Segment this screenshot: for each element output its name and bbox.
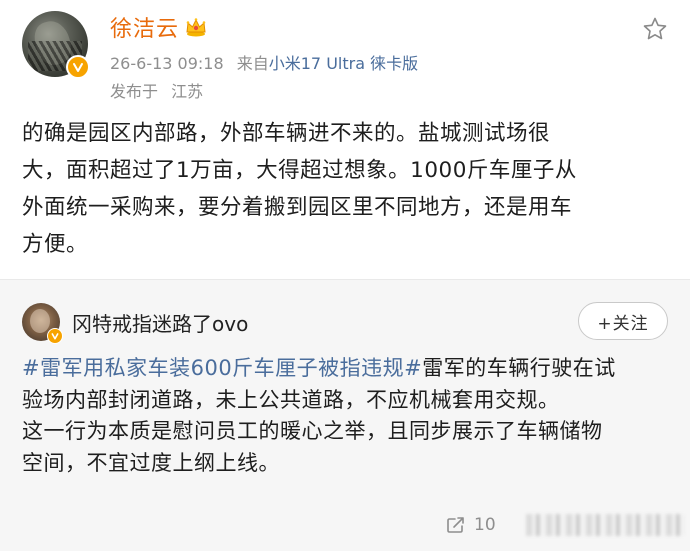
verified-badge-icon (47, 328, 63, 344)
location-label: 发布于 (110, 82, 159, 101)
post-meta: 26-6-13 09:18 来自小米17 Ultra 徕卡版 (110, 50, 418, 74)
star-icon[interactable] (642, 16, 668, 42)
repost-author-name[interactable]: 冈特戒指迷路了ovo (72, 308, 248, 337)
post-text-line: 外面统一采购来，要分着搬到园区里不同地方，还是用车 (22, 195, 573, 220)
crown-icon (186, 18, 206, 37)
repost-text: #雷军用私家车装600斤车厘子被指违规#雷军的车辆行驶在试 验场内部封闭道路，未… (22, 353, 672, 479)
verified-badge-icon (66, 55, 90, 79)
source-label: 来自 (236, 54, 269, 73)
author-name[interactable]: 徐洁云 (110, 11, 179, 43)
repost-button[interactable]: 10 (446, 515, 496, 535)
repost-text-fragment: 雷军的车辆行驶在试 (422, 356, 616, 380)
repost-text-line: 验场内部封闭道路，未上公共道路，不应机械套用交规。 (22, 387, 560, 412)
author-avatar[interactable] (22, 11, 90, 79)
post-text-line: 的确是园区内部路，外部车辆进不来的。盐城测试场很 (22, 121, 551, 146)
reposted-card[interactable]: 冈特戒指迷路了ovo +关注 #雷军用私家车装600斤车厘子被指违规#雷军的车辆… (0, 280, 690, 551)
hashtag-link[interactable]: #雷军用私家车装600斤车厘子被指违规# (22, 356, 422, 380)
repost-text-line: #雷军用私家车装600斤车厘子被指违规#雷军的车辆行驶在试 (22, 353, 672, 385)
post-text: 的确是园区内部路，外部车辆进不来的。盐城测试场很 大，面积超过了1万亩，大得超过… (22, 115, 662, 263)
post-text-line: 方便。 (22, 232, 89, 257)
post-date: 26-6-13 09:18 (110, 54, 224, 73)
repost-text-line: 空间，不宜过度上纲上线。 (22, 450, 280, 475)
repost-text-line: 这一行为本质是慰问员工的暖心之举，且同步展示了车辆储物 (22, 419, 603, 443)
follow-button[interactable]: +关注 (578, 302, 668, 340)
author-name-row: 徐洁云 (110, 12, 207, 42)
post-text-line: 大，面积超过了1万亩，大得超过想象。1000斤车厘子从 (22, 158, 577, 183)
repost-count: 10 (474, 515, 496, 535)
post-header: 徐洁云 26-6-13 09:18 来自小米17 Ultra 徕卡版 发布于 江… (0, 0, 690, 110)
obscured-actions (526, 514, 686, 536)
location-value: 江苏 (171, 82, 204, 101)
source-device[interactable]: 小米17 Ultra 徕卡版 (269, 54, 418, 73)
repost-icon (447, 517, 464, 533)
repost-author-avatar[interactable] (22, 303, 63, 344)
post-location: 发布于 江苏 (110, 78, 203, 102)
